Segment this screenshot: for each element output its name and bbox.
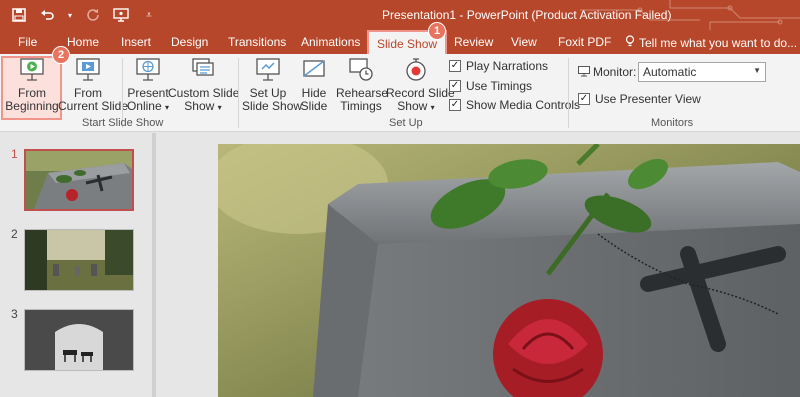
chevron-down-icon: ▼ — [753, 66, 761, 75]
tell-me-box[interactable]: Tell me what you want to do... — [625, 35, 797, 50]
hide-slide-button[interactable]: Hide Slide — [296, 56, 332, 113]
set-up-line2: Slide Show — [242, 99, 303, 113]
rehearse-line2: Timings — [340, 99, 382, 113]
ribbon-separator — [568, 58, 569, 128]
customize-qat-icon[interactable]: ⩡ — [140, 5, 158, 25]
monitors-group-label: Monitors — [651, 117, 694, 129]
set-up-slide-show-button[interactable]: Set Up Slide Show — [242, 56, 303, 113]
play-narrations-checkbox[interactable]: ✓ Play Narrations — [449, 59, 548, 73]
tab-transitions[interactable]: Transitions — [228, 35, 286, 49]
hide-slide-icon — [303, 60, 325, 77]
lightbulb-icon — [625, 35, 635, 50]
circuit-decoration — [580, 0, 800, 30]
hide-slide-line2: Slide — [300, 99, 328, 113]
present-online-icon — [136, 58, 160, 81]
annotation-badge-1: 1 — [428, 22, 446, 40]
record-line2-text: Show — [397, 99, 428, 113]
checkmark-icon: ✓ — [449, 99, 461, 111]
slide-thumbnail-3[interactable] — [24, 309, 134, 371]
annotation-badge-2: 2 — [52, 46, 70, 64]
monitor-select[interactable]: Automatic ▼ — [638, 62, 766, 82]
redo-icon[interactable] — [84, 5, 102, 25]
rehearse-timings-button[interactable]: Rehearse Timings — [336, 56, 388, 113]
checkmark-icon: ✓ — [449, 80, 461, 92]
use-presenter-view-label: Use Presenter View — [595, 92, 701, 106]
tab-insert[interactable]: Insert — [121, 35, 151, 49]
slide-number: 3 — [11, 307, 18, 321]
slide-2-image — [25, 230, 133, 290]
monitor-select-value: Automatic — [643, 65, 697, 79]
use-timings-checkbox[interactable]: ✓ Use Timings — [449, 79, 532, 93]
monitor-label: Monitor: — [578, 65, 636, 79]
checkmark-icon: ✓ — [578, 93, 590, 105]
tab-animations[interactable]: Animations — [301, 35, 360, 49]
start-from-beginning-icon[interactable] — [112, 5, 130, 25]
title-bar: ▾ ⩡ Presentation1 - PowerPoint (Product … — [0, 0, 800, 30]
ribbon-slide-show: From Beginning From Current Slide Presen… — [0, 54, 800, 132]
monitor-icon — [578, 66, 590, 77]
quick-access-toolbar: ▾ ⩡ — [10, 5, 158, 25]
from-current-slide-button[interactable]: From Current Slide — [58, 56, 129, 113]
slide-1-photo — [218, 144, 800, 397]
main-slide-canvas[interactable] — [218, 144, 800, 397]
present-online-button[interactable]: Present Online ▾ — [126, 56, 170, 114]
set-up-slide-show-icon — [256, 58, 280, 81]
from-beginning-button[interactable]: From Beginning — [4, 56, 60, 113]
ribbon-tabs: File Home Insert Design Transitions Anim… — [0, 30, 800, 54]
record-icon — [406, 58, 426, 81]
present-online-line2: Online ▾ — [126, 100, 170, 114]
slide-thumbnail-pane: 1 2 3 — [0, 133, 152, 397]
record-line2: Show ▾ — [386, 100, 446, 114]
save-icon[interactable] — [10, 5, 28, 25]
tell-me-text: Tell me what you want to do... — [639, 36, 798, 50]
present-online-line2-text: Online — [126, 99, 162, 113]
undo-icon[interactable] — [38, 5, 56, 25]
play-narrations-label: Play Narrations — [466, 59, 549, 73]
chevron-down-icon: ▾ — [217, 103, 222, 112]
pane-splitter[interactable] — [152, 133, 156, 397]
slideshow-from-beginning-icon — [20, 58, 44, 81]
use-presenter-view-checkbox[interactable]: ✓ Use Presenter View — [578, 92, 701, 106]
slide-3-image — [25, 310, 133, 370]
custom-slide-show-icon — [192, 58, 214, 76]
start-slide-show-group-label: Start Slide Show — [82, 117, 164, 129]
slide-number: 1 — [11, 147, 18, 161]
undo-dropdown-icon[interactable]: ▾ — [66, 5, 74, 25]
slide-thumbnail-1[interactable] — [24, 149, 134, 211]
show-media-controls-label: Show Media Controls — [466, 98, 581, 112]
show-media-controls-checkbox[interactable]: ✓ Show Media Controls — [449, 98, 580, 112]
from-beginning-line2: Beginning — [5, 99, 59, 113]
custom-show-line2-text: Show — [184, 99, 215, 113]
tab-foxit-pdf[interactable]: Foxit PDF — [558, 35, 611, 49]
tab-review[interactable]: Review — [454, 35, 493, 49]
tab-home[interactable]: Home — [67, 35, 99, 49]
rehearse-timings-icon — [349, 58, 373, 81]
tab-design[interactable]: Design — [171, 35, 208, 49]
slide-number: 2 — [11, 227, 18, 241]
slide-thumbnail-2[interactable] — [24, 229, 134, 291]
tab-view[interactable]: View — [511, 35, 537, 49]
use-timings-label: Use Timings — [466, 79, 533, 93]
set-up-group-label: Set Up — [389, 117, 423, 129]
slideshow-from-current-icon — [76, 58, 100, 81]
custom-slide-show-button[interactable]: Custom Slide Show ▾ — [168, 56, 239, 114]
monitor-label-text: Monitor: — [593, 65, 637, 79]
from-current-line2: Current Slide — [58, 99, 129, 113]
ribbon-separator — [238, 58, 239, 128]
record-slide-show-button[interactable]: Record Slide Show ▾ — [386, 56, 455, 114]
tab-file[interactable]: File — [18, 35, 37, 49]
chevron-down-icon: ▾ — [430, 103, 435, 112]
checkmark-icon: ✓ — [449, 60, 461, 72]
custom-show-line2: Show ▾ — [168, 100, 238, 114]
slide-1-image — [26, 151, 132, 209]
